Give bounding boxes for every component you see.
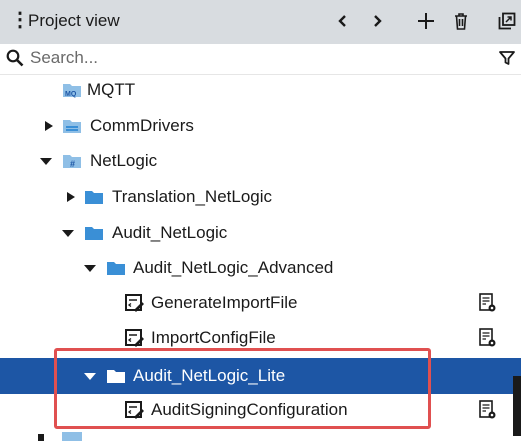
netlogic-folder-icon: # — [62, 151, 82, 171]
panel-menu-icon[interactable]: ⋮ — [10, 10, 30, 30]
tree-item-label: MQTT — [87, 80, 136, 99]
trash-icon[interactable] — [448, 8, 474, 34]
tree-item-importconfigfile[interactable]: ImportConfigFile — [0, 320, 521, 356]
search-icon — [6, 49, 24, 72]
folder-icon — [106, 258, 126, 278]
svg-text:#: # — [70, 159, 75, 169]
comm-drivers-folder-icon — [62, 116, 82, 136]
tree-item-audit-netlogic-lite[interactable]: Audit_NetLogic_Lite — [0, 358, 521, 394]
search-input[interactable] — [30, 47, 470, 69]
properties-icon[interactable] — [478, 328, 498, 348]
filter-icon[interactable] — [499, 50, 515, 71]
collapse-arrow-icon[interactable] — [61, 226, 75, 240]
folder-icon — [84, 187, 104, 207]
chevron-right-icon[interactable] — [364, 8, 390, 34]
partial-folder-icon — [62, 432, 82, 441]
tree-item-label: Audit_NetLogic_Advanced — [133, 258, 334, 277]
tree-item-label: Audit_NetLogic — [112, 223, 228, 242]
tree-item-label: CommDrivers — [90, 116, 194, 135]
tree-item-label: Translation_NetLogic — [112, 187, 273, 206]
tree-item-commdrivers[interactable]: CommDrivers — [0, 108, 521, 144]
tree-item-label: NetLogic — [90, 151, 158, 170]
collapse-arrow-icon[interactable] — [83, 369, 97, 383]
svg-text:MQ: MQ — [65, 91, 77, 98]
tree-item-generateimportfile[interactable]: GenerateImportFile — [0, 285, 521, 321]
netlogic-script-icon — [125, 293, 145, 313]
properties-icon[interactable] — [478, 400, 498, 420]
tree-item-audit-netlogic-advanced[interactable]: Audit_NetLogic_Advanced — [0, 250, 521, 286]
panel-header: ⋮ Project view — [0, 0, 521, 44]
tree-item-label: ImportConfigFile — [151, 328, 276, 347]
properties-icon[interactable] — [478, 293, 498, 313]
netlogic-script-icon — [125, 328, 145, 348]
tree-item-label: GenerateImportFile — [151, 293, 298, 312]
tree-item-label: AuditSigningConfiguration — [151, 400, 348, 419]
expand-arrow-icon[interactable] — [64, 190, 78, 204]
mqtt-folder-icon: MQ — [62, 80, 82, 100]
plus-icon[interactable] — [413, 8, 439, 34]
popout-icon[interactable] — [494, 8, 520, 34]
tree-item-translation-netlogic[interactable]: Translation_NetLogic — [0, 179, 521, 215]
chevron-left-icon[interactable] — [330, 8, 356, 34]
tree-item-mqtt[interactable]: MQ MQTT — [0, 72, 521, 108]
collapse-arrow-icon[interactable] — [39, 154, 53, 168]
folder-icon — [84, 223, 104, 243]
panel-title: Project view — [28, 11, 120, 30]
tree-item-audit-netlogic[interactable]: Audit_NetLogic — [0, 215, 521, 251]
netlogic-script-icon — [125, 400, 145, 420]
tree-item-netlogic[interactable]: # NetLogic — [0, 143, 521, 179]
partial-expand-arrow-icon — [38, 434, 44, 441]
search-bar — [0, 44, 521, 75]
expand-arrow-icon[interactable] — [42, 119, 56, 133]
scrollbar-thumb[interactable] — [513, 376, 521, 436]
tree-item-label: Audit_NetLogic_Lite — [133, 366, 286, 385]
folder-icon — [106, 366, 126, 386]
tree-item-auditsigningconfiguration[interactable]: AuditSigningConfiguration — [0, 392, 521, 428]
collapse-arrow-icon[interactable] — [83, 261, 97, 275]
